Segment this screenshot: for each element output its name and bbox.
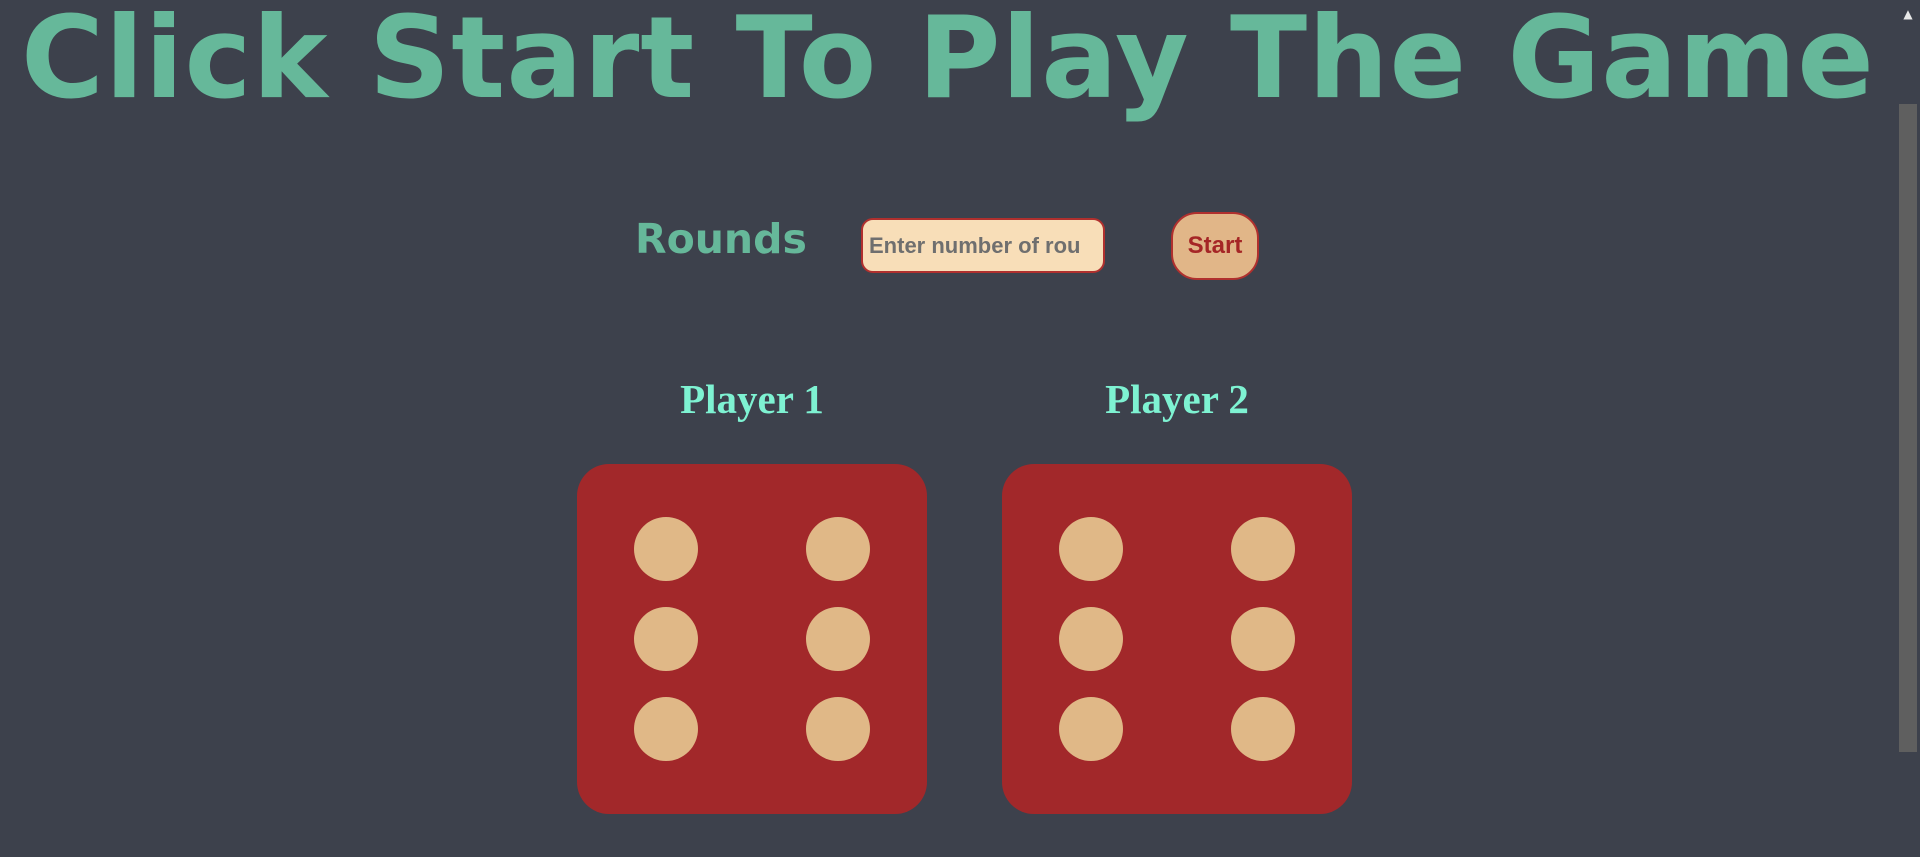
player-1-label: Player 1	[680, 376, 824, 422]
player-2-label: Player 2	[1105, 376, 1249, 422]
die-pip	[634, 607, 698, 671]
die-pip	[634, 517, 698, 581]
die-pip	[1059, 517, 1123, 581]
start-button[interactable]: Start	[1171, 212, 1259, 280]
die-pip	[1231, 697, 1295, 761]
die-pip	[634, 697, 698, 761]
die-pip	[806, 697, 870, 761]
die-pip	[806, 607, 870, 671]
die-pip	[1059, 697, 1123, 761]
scroll-up-arrow-icon[interactable]: ▲	[1896, 2, 1920, 26]
scrollbar-thumb[interactable]	[1899, 104, 1917, 752]
die-pip	[1231, 607, 1295, 671]
rounds-input[interactable]	[861, 218, 1105, 273]
player-1-die	[577, 464, 927, 814]
vertical-scrollbar[interactable]: ▲	[1896, 0, 1920, 857]
rounds-label: Rounds	[635, 215, 807, 263]
player-2-die	[1002, 464, 1352, 814]
die-pip	[1231, 517, 1295, 581]
game-page: Click Start To Play The Game Rounds Star…	[0, 0, 1896, 857]
page-title: Click Start To Play The Game	[21, 0, 1875, 124]
die-pip	[806, 517, 870, 581]
die-pip	[1059, 607, 1123, 671]
